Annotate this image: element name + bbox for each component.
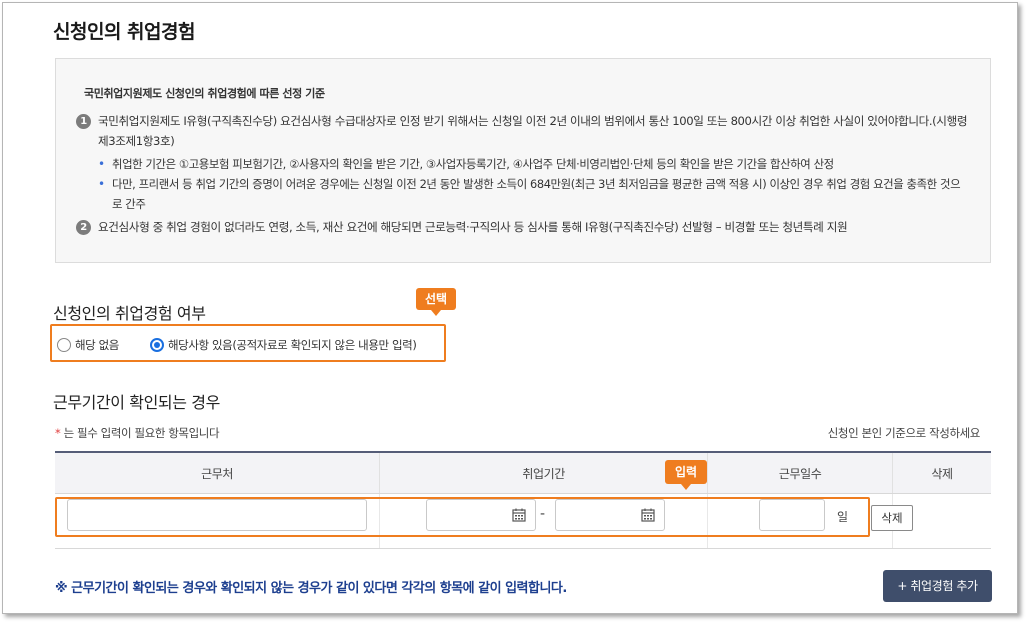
calendar-icon[interactable]: [512, 508, 526, 522]
col-header-workplace: 근무처: [55, 451, 380, 494]
calendar-icon[interactable]: [641, 508, 655, 522]
experience-radio-group: 해당 없음 해당사항 있음(공적자료로 확인되지 않은 내용만 입력): [50, 324, 446, 362]
radio-circle-icon: [57, 338, 71, 352]
bullet-icon: •: [98, 157, 105, 171]
criteria-item-1: 1 국민취업지원제도 I유형(구직촉진수당) 요건심사형 수급대상자로 인정 받…: [76, 111, 970, 151]
bullet-icon: •: [98, 177, 105, 191]
add-experience-button[interactable]: + 취업경험 추가: [883, 570, 992, 602]
start-date-input[interactable]: [426, 499, 536, 531]
criteria-subitem-text: 취업한 기간은 ①고용보험 피보험기간, ②사용자의 확인을 받은 기간, ③사…: [112, 157, 834, 171]
workplace-input[interactable]: [67, 499, 367, 531]
col-header-period: 취업기간: [379, 451, 708, 494]
input-callout: 입력: [665, 460, 707, 490]
table-header-row: 근무처 취업기간 근무일수 삭제: [55, 451, 991, 494]
end-date-input[interactable]: [555, 499, 665, 531]
page-title: 신청인의 취업경험: [53, 21, 195, 43]
criteria-subitem-text: 다만, 프리랜서 등 취업 기간의 증명이 어려운 경우에는 신청일 이전 2년…: [112, 177, 961, 211]
date-range-dash: -: [540, 506, 546, 522]
footer-note: ※ 근무기간이 확인되는 경우와 확인되지 않는 경우가 같이 있다면 각각의 …: [55, 581, 567, 596]
criteria-heading: 국민취업지원제도 신청인의 취업경험에 따른 선정 기준: [84, 87, 325, 100]
number-badge-2: 2: [76, 220, 91, 235]
window-frame: 신청인의 취업경험 국민취업지원제도 신청인의 취업경험에 따른 선정 기준 1…: [2, 2, 1018, 614]
radio-none[interactable]: 해당 없음: [57, 337, 119, 353]
delete-row-button[interactable]: 삭제: [871, 505, 913, 531]
criteria-info-box: 국민취업지원제도 신청인의 취업경험에 따른 선정 기준 1 국민취업지원제도 …: [55, 58, 991, 263]
radio-selected-icon: [150, 338, 164, 352]
criteria-item-text: 국민취업지원제도 I유형(구직촉진수당) 요건심사형 수급대상자로 인정 받기 …: [98, 114, 968, 148]
criteria-subitem-2: • 다만, 프리랜서 등 취업 기간의 증명이 어려운 경우에는 신청일 이전 …: [76, 174, 970, 214]
days-unit-label: 일: [837, 510, 849, 524]
col-header-days: 근무일수: [707, 451, 893, 494]
criteria-item-text: 요건심사형 중 취업 경험이 없더라도 연령, 소득, 재산 요건에 해당되면 …: [98, 220, 848, 234]
criteria-item-2: 2 요건심사형 중 취업 경험이 없더라도 연령, 소득, 재산 요건에 해당되…: [76, 217, 970, 237]
radio-label: 해당사항 있음(공적자료로 확인되지 않은 내용만 입력): [168, 338, 417, 352]
select-callout: 선택: [416, 288, 456, 316]
required-note-text: 는 필수 입력이 필요한 항목입니다: [60, 426, 220, 440]
radio-applicable[interactable]: 해당사항 있음(공적자료로 확인되지 않은 내용만 입력): [150, 337, 417, 353]
radio-label: 해당 없음: [75, 338, 119, 352]
experience-section-title: 신청인의 취업경험 여부: [53, 304, 206, 323]
col-header-delete: 삭제: [892, 451, 991, 494]
work-days-input[interactable]: [759, 499, 825, 531]
criteria-subitem-1: • 취업한 기간은 ①고용보험 피보험기간, ②사용자의 확인을 받은 기간, …: [76, 154, 970, 174]
required-note: * 는 필수 입력이 필요한 항목입니다: [55, 425, 220, 441]
work-period-section-title: 근무기간이 확인되는 경우: [53, 393, 220, 412]
number-badge-1: 1: [76, 114, 91, 129]
self-basis-note: 신청인 본인 기준으로 작성하세요: [827, 426, 981, 440]
